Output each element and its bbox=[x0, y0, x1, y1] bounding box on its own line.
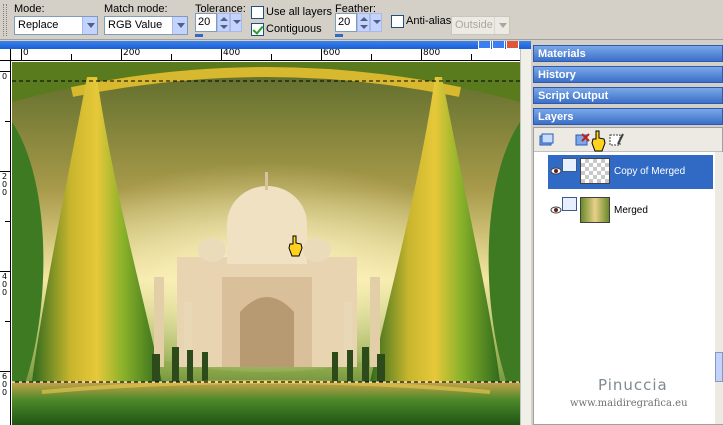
ruler-tick bbox=[421, 49, 422, 60]
palettes-panel: Materials History Script Output Layers C… bbox=[531, 41, 723, 425]
ruler-tick bbox=[471, 54, 472, 60]
chevron-down-icon bbox=[494, 17, 509, 34]
mask-icon[interactable] bbox=[608, 132, 624, 148]
hand-cursor-icon bbox=[591, 130, 606, 152]
layer-name: Copy of Merged bbox=[614, 166, 686, 177]
arrow-up-icon bbox=[220, 17, 228, 21]
ruler-corner bbox=[0, 49, 11, 61]
match-mode-value: RGB Value bbox=[108, 19, 163, 31]
tolerance-dropdown[interactable] bbox=[230, 13, 242, 32]
arrow-down-icon bbox=[220, 25, 228, 29]
layer-thumbnail bbox=[580, 158, 610, 184]
history-palette-header[interactable]: History bbox=[533, 66, 723, 83]
layers-scrollbar[interactable] bbox=[715, 152, 723, 424]
tolerance-slider-indicator[interactable] bbox=[195, 34, 203, 37]
layer-name: Merged bbox=[614, 205, 648, 216]
inside-outside-dropdown[interactable]: Outside bbox=[451, 16, 510, 35]
raster-layer-icon bbox=[562, 197, 577, 211]
ruler-tick bbox=[71, 54, 72, 60]
ruler-tick bbox=[371, 54, 372, 60]
image-canvas[interactable] bbox=[12, 62, 520, 425]
materials-palette-header[interactable]: Materials bbox=[533, 45, 723, 62]
use-all-layers-checkbox[interactable] bbox=[251, 6, 264, 19]
ruler-label: 0 bbox=[1, 188, 8, 197]
minimize-button[interactable] bbox=[478, 41, 491, 49]
ruler-label: 400 bbox=[223, 49, 241, 58]
ruler-tick bbox=[321, 49, 322, 60]
inside-outside-value: Outside bbox=[455, 19, 493, 31]
image-window-titlebar[interactable] bbox=[0, 41, 531, 49]
layer-row-copy-of-merged[interactable]: Copy of Merged bbox=[548, 155, 713, 189]
ruler-tick bbox=[171, 54, 172, 60]
match-mode-label: Match mode: bbox=[104, 3, 168, 15]
ruler-tick bbox=[121, 49, 122, 60]
canvas-vertical-scrollbar[interactable] bbox=[520, 49, 531, 425]
layer-row-merged[interactable]: Merged bbox=[548, 194, 713, 228]
mode-dropdown[interactable]: Replace bbox=[14, 16, 98, 35]
ruler-label: 0 bbox=[1, 388, 8, 397]
image-window: 0 200 400 600 800 0 2 0 0 4 0 0 6 0 0 bbox=[0, 41, 531, 425]
contiguous-label: Contiguous bbox=[266, 23, 322, 35]
layers-palette-header[interactable]: Layers bbox=[533, 108, 723, 125]
hand-cursor-icon bbox=[288, 235, 303, 257]
match-mode-dropdown[interactable]: RGB Value bbox=[104, 16, 188, 35]
arrow-up-icon bbox=[360, 17, 368, 21]
ruler-label: 800 bbox=[423, 49, 441, 58]
layer-thumbnail bbox=[580, 197, 610, 223]
chevron-down-icon bbox=[373, 20, 381, 24]
toolbar-grip[interactable] bbox=[3, 4, 7, 36]
ruler-label: 0 bbox=[23, 49, 29, 58]
ruler-tick bbox=[271, 54, 272, 60]
watermark-url: www.maidiregrafica.eu bbox=[570, 398, 688, 409]
ruler-label: 0 bbox=[1, 288, 8, 297]
feather-spinner[interactable] bbox=[357, 13, 370, 32]
anti-alias-label: Anti-alias bbox=[406, 15, 452, 27]
chevron-down-icon bbox=[82, 17, 97, 34]
ruler-tick bbox=[5, 321, 10, 322]
mode-value: Replace bbox=[18, 19, 59, 31]
script-output-palette-header[interactable]: Script Output bbox=[533, 87, 723, 104]
watermark-name: Pinuccia bbox=[598, 376, 668, 394]
ruler-label: 0 bbox=[1, 72, 8, 81]
ruler-label: 200 bbox=[123, 49, 141, 58]
close-button[interactable] bbox=[506, 41, 519, 49]
feather-dropdown[interactable] bbox=[370, 13, 382, 32]
tolerance-input[interactable]: 20 bbox=[195, 13, 217, 32]
feather-input[interactable]: 20 bbox=[335, 13, 357, 32]
mode-label: Mode: bbox=[14, 3, 45, 15]
layers-palette: Copy of Merged Merged Pinuccia www.maidi… bbox=[533, 127, 723, 425]
layers-toolbar bbox=[534, 128, 722, 152]
ruler-tick bbox=[5, 121, 10, 122]
tolerance-spinner[interactable] bbox=[217, 13, 230, 32]
layers-scrollbar-thumb[interactable] bbox=[715, 352, 723, 382]
maximize-button[interactable] bbox=[492, 41, 505, 49]
eye-icon[interactable] bbox=[550, 166, 562, 176]
tool-options-toolbar: Mode: Replace Match mode: RGB Value Tole… bbox=[0, 0, 723, 40]
new-layer-icon[interactable] bbox=[538, 132, 554, 148]
horizontal-ruler: 0 200 400 600 800 bbox=[11, 49, 520, 61]
arrow-down-icon bbox=[360, 25, 368, 29]
ruler-tick bbox=[221, 49, 222, 60]
ruler-tick bbox=[21, 49, 22, 60]
vertical-ruler: 0 2 0 0 4 0 0 6 0 0 bbox=[0, 61, 11, 425]
taj-mahal-artwork bbox=[12, 62, 520, 425]
use-all-layers-label: Use all layers bbox=[266, 6, 333, 18]
chevron-down-icon bbox=[233, 20, 241, 24]
ruler-label: 600 bbox=[323, 49, 341, 58]
ruler-tick bbox=[5, 221, 10, 222]
chevron-down-icon bbox=[172, 17, 187, 34]
eye-icon[interactable] bbox=[550, 205, 562, 215]
contiguous-checkbox[interactable] bbox=[251, 23, 264, 36]
feather-slider-indicator[interactable] bbox=[335, 34, 343, 37]
anti-alias-checkbox[interactable] bbox=[391, 15, 404, 28]
raster-layer-icon bbox=[562, 158, 577, 172]
delete-layer-icon[interactable] bbox=[574, 132, 590, 148]
